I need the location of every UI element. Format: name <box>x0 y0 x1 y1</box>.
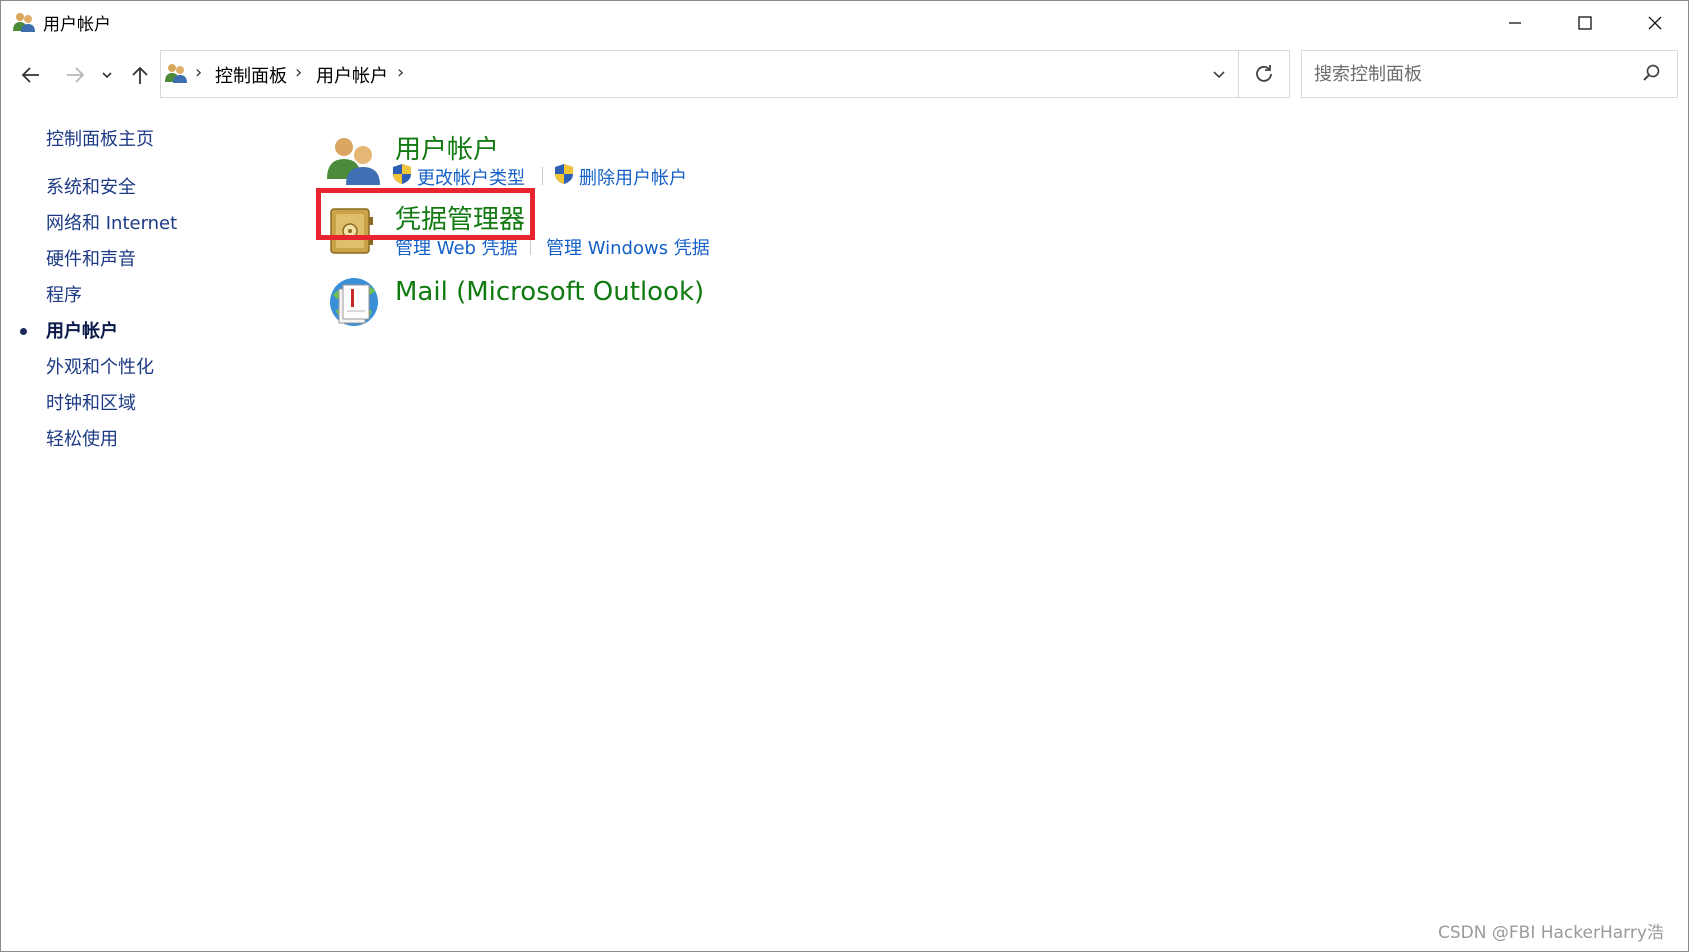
chevron-right-icon[interactable]: › <box>397 62 404 83</box>
sidebar-item-programs[interactable]: 程序 <box>46 281 82 307</box>
close-button[interactable] <box>1620 1 1689 45</box>
sidebar-item-network-internet[interactable]: 网络和 Internet <box>46 209 177 235</box>
arrow-right-icon <box>67 67 85 83</box>
search-box[interactable] <box>1301 50 1678 98</box>
forward-button[interactable] <box>59 59 91 91</box>
arrow-up-icon <box>132 66 148 84</box>
highlight-box <box>316 188 535 240</box>
sidebar-control-panel-home[interactable]: 控制面板主页 <box>46 125 154 151</box>
category-title-user-accounts[interactable]: 用户帐户 <box>395 129 499 166</box>
minimize-button[interactable] <box>1480 1 1550 45</box>
mail-icon[interactable] <box>327 275 381 329</box>
address-history-button[interactable] <box>1202 51 1236 97</box>
users-icon[interactable] <box>327 133 381 187</box>
chevron-right-icon[interactable]: › <box>195 62 202 83</box>
task-separator <box>542 167 543 185</box>
watermark: CSDN @FBI HackerHarry浩 <box>1438 923 1664 943</box>
window-title: 用户帐户 <box>43 15 111 35</box>
breadcrumb-user-accounts[interactable]: 用户帐户 <box>316 62 388 88</box>
refresh-button[interactable] <box>1238 51 1289 97</box>
uac-shield-icon <box>554 163 574 185</box>
users-icon <box>13 11 35 33</box>
sidebar-item-ease-of-access[interactable]: 轻松使用 <box>46 425 118 451</box>
search-input[interactable] <box>1312 60 1636 88</box>
users-icon <box>165 62 187 84</box>
category-title-mail[interactable]: Mail (Microsoft Outlook) <box>395 277 704 307</box>
chevron-right-icon[interactable]: › <box>295 62 302 83</box>
arrow-left-icon <box>21 67 39 83</box>
task-delete-user-account[interactable]: 删除用户帐户 <box>579 164 687 190</box>
up-button[interactable] <box>124 59 156 91</box>
sidebar-item-hardware-sound[interactable]: 硬件和声音 <box>46 245 136 271</box>
title-bar: 用户帐户 <box>1 1 1688 45</box>
address-bar[interactable]: › 控制面板 › 用户帐户 › <box>160 50 1290 98</box>
active-bullet-icon <box>20 328 27 335</box>
sidebar-item-system-security[interactable]: 系统和安全 <box>46 173 136 199</box>
search-icon[interactable] <box>1642 63 1664 85</box>
sidebar-item-appearance[interactable]: 外观和个性化 <box>46 353 154 379</box>
sidebar-item-clock-region[interactable]: 时钟和区域 <box>46 389 136 415</box>
back-button[interactable] <box>15 59 47 91</box>
chevron-down-icon <box>102 72 112 79</box>
navigation-bar: › 控制面板 › 用户帐户 › <box>1 49 1688 99</box>
chevron-down-icon <box>1213 71 1225 79</box>
uac-shield-icon <box>392 163 412 185</box>
breadcrumb-control-panel[interactable]: 控制面板 <box>215 62 287 88</box>
control-panel-window: 用户帐户 › 控制面板 › 用户帐户 › 搜索控制面板 控制面板主页 系统和安全… <box>0 0 1689 952</box>
sidebar-item-user-accounts[interactable]: 用户帐户 <box>46 317 118 343</box>
maximize-button[interactable] <box>1550 1 1620 45</box>
task-change-account-type[interactable]: 更改帐户类型 <box>417 164 525 190</box>
task-manage-windows-credentials[interactable]: 管理 Windows 凭据 <box>546 234 710 260</box>
recent-locations-button[interactable] <box>97 59 117 91</box>
refresh-icon <box>1256 65 1272 82</box>
